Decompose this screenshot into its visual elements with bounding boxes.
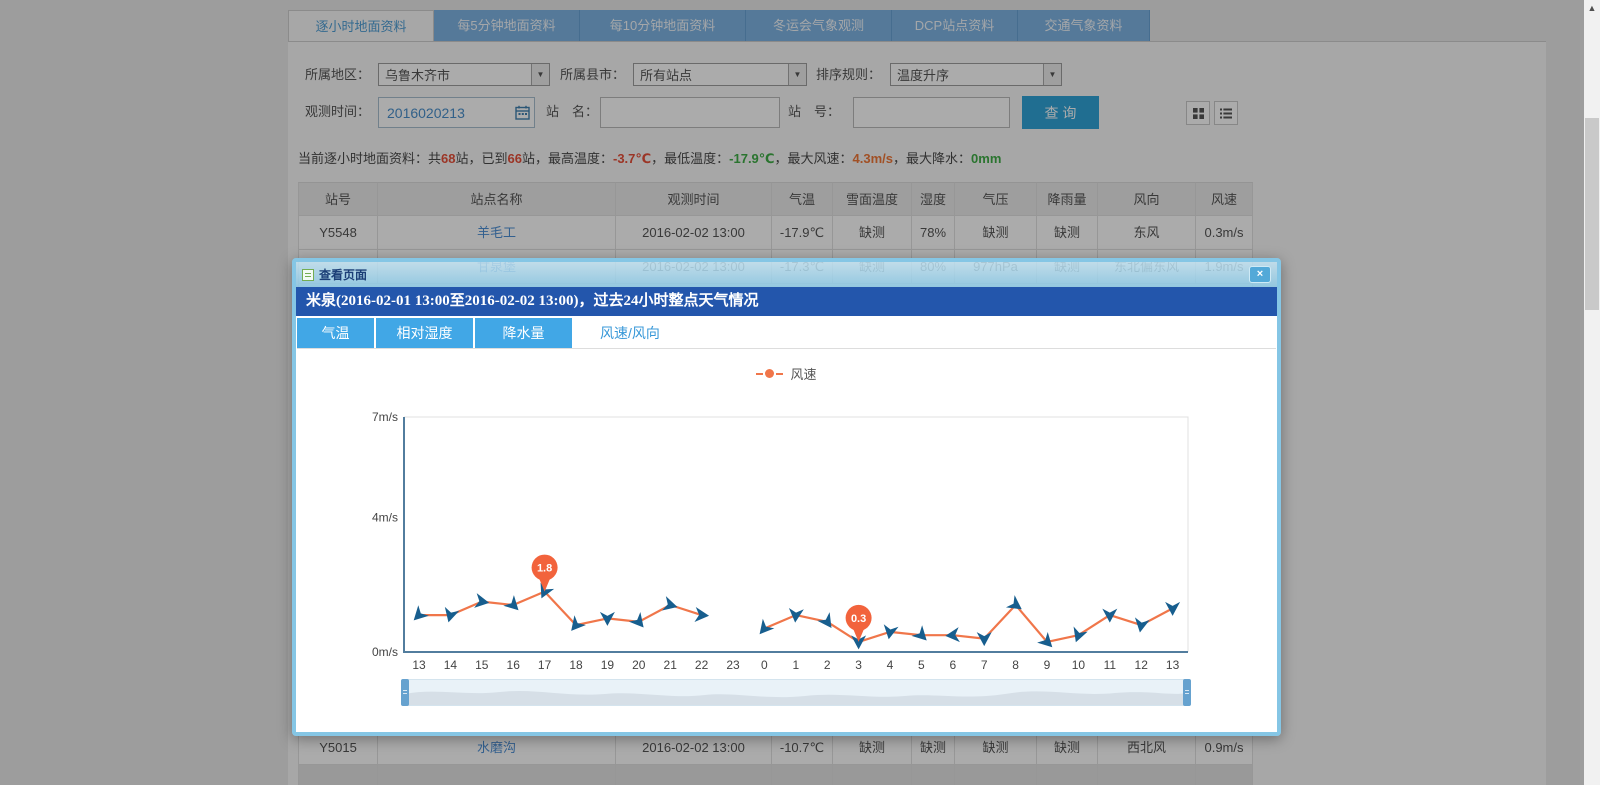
chart-legend[interactable]: 风速 <box>296 364 1277 383</box>
svg-text:0.3: 0.3 <box>851 613 866 625</box>
chart-tab[interactable]: 降水量 <box>475 318 572 348</box>
chart-tab[interactable]: 相对湿度 <box>376 318 473 348</box>
close-button[interactable]: × <box>1249 266 1271 283</box>
svg-text:4m/s: 4m/s <box>372 511 398 525</box>
svg-text:7m/s: 7m/s <box>372 410 398 424</box>
svg-text:18: 18 <box>569 658 583 672</box>
svg-text:21: 21 <box>664 658 678 672</box>
chart-tab[interactable]: 风速/风向 <box>574 318 686 348</box>
chart-tab-bar: 气温相对湿度降水量风速/风向 <box>297 318 1276 349</box>
page-scrollbar[interactable]: ▲ <box>1584 0 1600 785</box>
svg-text:16: 16 <box>507 658 521 672</box>
svg-text:13: 13 <box>412 658 426 672</box>
datazoom-slider[interactable] <box>404 679 1188 706</box>
legend-label: 风速 <box>790 364 816 383</box>
svg-text:17: 17 <box>538 658 552 672</box>
svg-text:14: 14 <box>444 658 458 672</box>
svg-text:15: 15 <box>475 658 489 672</box>
svg-text:5: 5 <box>918 658 925 672</box>
chart-tab[interactable]: 气温 <box>297 318 374 348</box>
svg-text:12: 12 <box>1135 658 1149 672</box>
datazoom-left-handle[interactable] <box>401 679 409 706</box>
page-icon <box>302 269 314 281</box>
datazoom-preview-icon <box>405 680 1187 705</box>
svg-text:8: 8 <box>1012 658 1019 672</box>
svg-text:11: 11 <box>1104 658 1117 672</box>
svg-text:9: 9 <box>1044 658 1051 672</box>
svg-text:0m/s: 0m/s <box>372 645 398 659</box>
svg-text:10: 10 <box>1072 658 1086 672</box>
svg-text:1: 1 <box>792 658 799 672</box>
scroll-up-icon[interactable]: ▲ <box>1584 0 1600 16</box>
svg-text:13: 13 <box>1166 658 1180 672</box>
scrollbar-thumb[interactable] <box>1585 118 1599 310</box>
svg-text:2: 2 <box>824 658 831 672</box>
svg-text:23: 23 <box>726 658 740 672</box>
svg-text:22: 22 <box>695 658 709 672</box>
svg-text:1.8: 1.8 <box>537 563 552 575</box>
svg-text:3: 3 <box>855 658 862 672</box>
svg-text:0: 0 <box>761 658 768 672</box>
dialog-body: 气温相对湿度降水量风速/风向 风速 0m/s4m/s7m/s1314151617… <box>296 316 1277 732</box>
legend-marker-icon <box>756 369 783 378</box>
svg-text:20: 20 <box>632 658 646 672</box>
svg-text:6: 6 <box>949 658 956 672</box>
wind-speed-chart: 0m/s4m/s7m/s1314151617181920212223012345… <box>368 407 1198 677</box>
dialog-titlebar[interactable]: 查看页面 × <box>296 262 1277 287</box>
svg-text:19: 19 <box>601 658 615 672</box>
datazoom-right-handle[interactable] <box>1183 679 1191 706</box>
dialog-title: 查看页面 <box>319 266 367 283</box>
view-dialog: 查看页面 × 米泉(2016-02-01 13:00至2016-02-02 13… <box>292 258 1281 736</box>
svg-text:4: 4 <box>887 658 894 672</box>
dialog-header: 米泉(2016-02-01 13:00至2016-02-02 13:00)，过去… <box>296 287 1277 316</box>
svg-text:7: 7 <box>981 658 988 672</box>
